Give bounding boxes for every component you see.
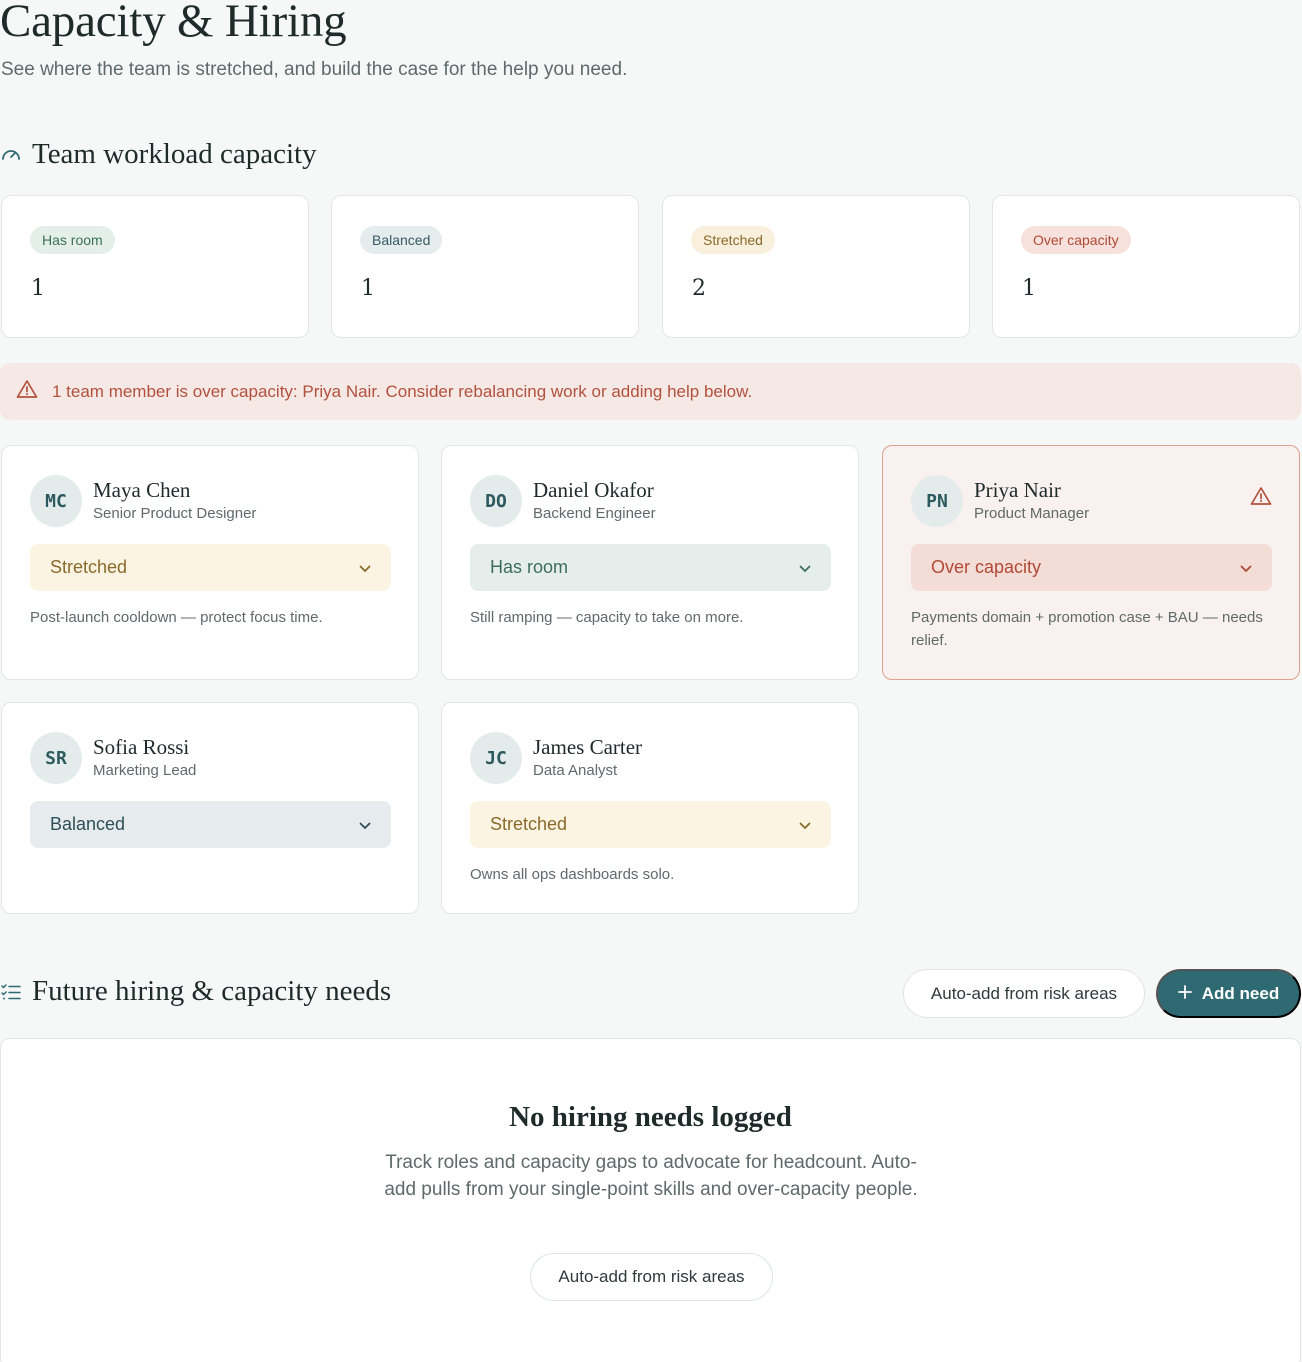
member-note: Owns all ops dashboards solo. bbox=[470, 866, 675, 883]
member-role: Senior Product Designer bbox=[93, 505, 257, 522]
stat-card-stretched: Stretched 2 bbox=[662, 195, 970, 338]
member-note: Post-launch cooldown — protect focus tim… bbox=[30, 609, 323, 626]
status-select-value: Over capacity bbox=[931, 557, 1042, 577]
member-note: Still ramping — capacity to take on more… bbox=[470, 609, 744, 626]
empty-title: No hiring needs logged bbox=[509, 1101, 792, 1133]
member-name: Priya Nair bbox=[974, 478, 1061, 502]
member-name: James Carter bbox=[533, 735, 643, 759]
member-card-priya-nair: PN Priya Nair Product Manager Over capac… bbox=[882, 445, 1300, 680]
page-title: Capacity & Hiring bbox=[0, 0, 347, 47]
member-role: Backend Engineer bbox=[533, 505, 656, 522]
member-card-james-carter: JC James Carter Data Analyst Stretched O… bbox=[441, 702, 859, 914]
workload-section-heading: Team workload capacity bbox=[0, 138, 317, 171]
member-role: Data Analyst bbox=[533, 762, 618, 779]
member-card-daniel-okafor: DO Daniel Okafor Backend Engineer Has ro… bbox=[441, 445, 859, 680]
status-select[interactable]: Has room bbox=[470, 544, 831, 591]
status-badge: Balanced bbox=[360, 226, 443, 254]
alert-text: 1 team member is over capacity: Priya Na… bbox=[52, 381, 753, 401]
status-select[interactable]: Over capacity bbox=[911, 544, 1272, 591]
stat-card-has-room: Has room 1 bbox=[1, 195, 309, 338]
status-select-value: Stretched bbox=[50, 557, 128, 577]
avatar: JC bbox=[470, 732, 522, 784]
page-subtitle: See where the team is stretched, and bui… bbox=[1, 59, 628, 80]
stat-card-over-capacity: Over capacity 1 bbox=[992, 195, 1300, 338]
status-badge: Stretched bbox=[691, 226, 775, 254]
stat-card-balanced: Balanced 1 bbox=[331, 195, 639, 338]
auto-add-button[interactable]: Auto-add from risk areas bbox=[903, 969, 1145, 1018]
chevron-down-icon bbox=[359, 557, 371, 578]
status-select-value: Stretched bbox=[490, 814, 568, 834]
member-name: Sofia Rossi bbox=[93, 735, 190, 759]
status-select-value: Has room bbox=[490, 557, 569, 577]
hiring-section-title: Future hiring & capacity needs bbox=[32, 975, 392, 1007]
member-card-maya-chen: MC Maya Chen Senior Product Designer Str… bbox=[1, 445, 419, 680]
add-need-label: Add need bbox=[1201, 983, 1280, 1003]
empty-auto-add-button[interactable]: Auto-add from risk areas bbox=[530, 1253, 773, 1301]
avatar: SR bbox=[30, 732, 82, 784]
chevron-down-icon bbox=[799, 557, 811, 578]
plus-icon bbox=[1177, 984, 1192, 1004]
hiring-section-heading: Future hiring & capacity needs bbox=[0, 975, 391, 1008]
status-select[interactable]: Stretched bbox=[470, 801, 831, 848]
chevron-down-icon bbox=[359, 814, 371, 835]
hiring-needs-empty-state: No hiring needs logged Track roles and c… bbox=[0, 1038, 1301, 1362]
checklist-icon bbox=[0, 982, 22, 1002]
status-badge: Over capacity bbox=[1021, 226, 1131, 254]
member-role: Product Manager bbox=[974, 505, 1090, 522]
add-need-button[interactable]: Add need bbox=[1156, 969, 1301, 1018]
member-name: Maya Chen bbox=[93, 478, 191, 502]
avatar: MC bbox=[30, 475, 82, 527]
workload-section-title: Team workload capacity bbox=[32, 138, 317, 170]
avatar: DO bbox=[470, 475, 522, 527]
avatar: PN bbox=[911, 475, 963, 527]
member-name: Daniel Okafor bbox=[533, 478, 654, 502]
stat-count: 1 bbox=[361, 276, 375, 301]
warning-icon bbox=[1250, 486, 1272, 511]
stat-count: 1 bbox=[31, 276, 45, 301]
warning-icon bbox=[16, 379, 38, 404]
stat-count: 1 bbox=[1022, 276, 1036, 301]
status-select[interactable]: Stretched bbox=[30, 544, 391, 591]
gauge-icon bbox=[0, 144, 22, 166]
chevron-down-icon bbox=[799, 814, 811, 835]
member-role: Marketing Lead bbox=[93, 762, 197, 779]
chevron-down-icon bbox=[1240, 557, 1252, 578]
empty-description: Track roles and capacity gaps to advocat… bbox=[384, 1152, 918, 1200]
stat-count: 2 bbox=[692, 276, 706, 301]
member-note: Payments domain + promotion case + BAU —… bbox=[911, 609, 1263, 649]
status-select-value: Balanced bbox=[50, 814, 126, 834]
status-badge: Has room bbox=[30, 226, 115, 254]
member-card-sofia-rossi: SR Sofia Rossi Marketing Lead Balanced bbox=[1, 702, 419, 914]
over-capacity-alert: 1 team member is over capacity: Priya Na… bbox=[0, 363, 1301, 420]
status-select[interactable]: Balanced bbox=[30, 801, 391, 848]
